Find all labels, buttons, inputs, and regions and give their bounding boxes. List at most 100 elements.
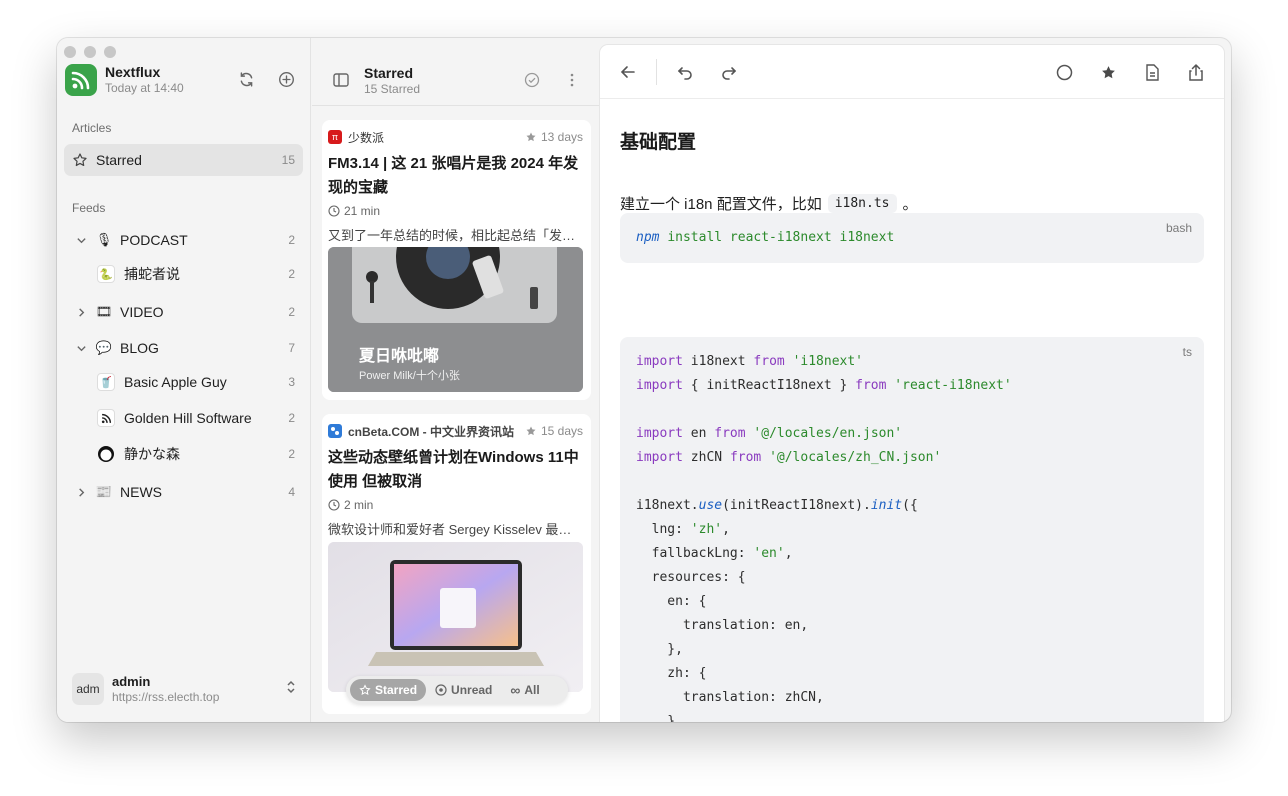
toolbar-divider: [656, 59, 657, 85]
article-card[interactable]: cnBeta.COM - 中文业界资讯站 15 days 这些动态壁纸曾计划在W…: [322, 414, 591, 714]
article-heading: 基础配置: [620, 132, 697, 153]
add-feed-icon[interactable]: [277, 70, 295, 88]
user-account-menu[interactable]: adm admin https://rss.electh.top: [72, 673, 297, 705]
sidebar-toggle-icon[interactable]: [332, 71, 350, 89]
list-header: Starred 15 Starred: [312, 38, 599, 106]
feed-label: 捕蛇者说: [124, 266, 180, 282]
back-arrow-icon[interactable]: [618, 62, 638, 82]
sspai-logo-icon: π: [328, 130, 342, 144]
star-filled-icon: [526, 132, 536, 142]
clock-icon: [328, 499, 340, 511]
last-updated: Today at 14:40: [105, 81, 184, 95]
feed-label: Golden Hill Software: [124, 410, 252, 426]
mark-all-read-icon[interactable]: [523, 71, 541, 89]
paragraph-text: 建立一个 i18n 配置文件，比如: [620, 196, 822, 213]
read-time: 2 min: [344, 498, 374, 512]
feed-count: 4: [288, 485, 295, 499]
infinity-icon: ∞: [510, 682, 521, 698]
source-name: 少数派: [348, 130, 385, 145]
feed-group-news[interactable]: 📰 NEWS 4: [57, 477, 311, 507]
filter-label: Unread: [451, 683, 493, 697]
starred-count: 15: [281, 153, 295, 167]
sidebar-item-label: Starred: [96, 152, 142, 168]
code-content: npm install react-i18next i18next: [636, 230, 895, 245]
reader-toolbar: [600, 45, 1224, 99]
basic-apple-guy-icon: 🥤: [97, 373, 115, 391]
code-block-ts: ts import i18next from 'i18next' import …: [620, 337, 1204, 722]
rss-icon: [97, 409, 115, 427]
dot-circle-icon: [435, 684, 447, 696]
inline-code: i18n.ts: [827, 194, 897, 213]
close-window-button[interactable]: [64, 46, 76, 58]
more-options-icon[interactable]: [563, 71, 581, 89]
feed-group-video[interactable]: 🎞 VIDEO 2: [57, 297, 311, 327]
window-controls[interactable]: [64, 46, 116, 58]
article-excerpt: 又到了一年总结的时候，相比起总结「发…: [328, 228, 576, 243]
article-title: FM3.14 | 这 21 张唱片是我 2024 年发现的宝藏: [328, 155, 579, 196]
sidebar-item-starred[interactable]: Starred 15: [64, 144, 303, 176]
feed-item-shizukana-mori[interactable]: 静かな森 2: [57, 439, 311, 469]
feed-count: 7: [288, 341, 295, 355]
code-language-label: bash: [1165, 221, 1192, 235]
feed-count: 2: [288, 447, 295, 461]
previous-article-icon[interactable]: [675, 62, 695, 82]
code-block-bash: bash npm install react-i18next i18next: [620, 213, 1204, 263]
star-outline-icon: [359, 684, 371, 696]
refresh-icon[interactable]: [237, 70, 255, 88]
feed-count: 2: [288, 411, 295, 425]
feed-group-blog[interactable]: 💬 BLOG 7: [57, 333, 311, 363]
reader-pane: 基础配置 bash npm install react-i18next i18n…: [600, 45, 1224, 722]
film-icon: 🎞: [95, 304, 113, 319]
zoom-window-button[interactable]: [104, 46, 116, 58]
feed-label: Basic Apple Guy: [124, 374, 227, 390]
code-content: import i18next from 'i18next' import { i…: [636, 354, 1012, 722]
code-language-label: ts: [1182, 345, 1192, 359]
source-name: cnBeta.COM - 中文业界资讯站: [348, 424, 515, 439]
feed-count: 2: [288, 233, 295, 247]
article-date: 15 days: [540, 424, 583, 438]
feed-count: 2: [288, 267, 295, 281]
cnbeta-logo-icon: [328, 424, 342, 438]
chevron-up-down-icon[interactable]: [285, 680, 297, 699]
chevron-right-icon[interactable]: [75, 306, 87, 318]
thumbnail-title: 夏日咻吡嘟: [359, 348, 440, 365]
feed-group-podcast[interactable]: 🎙 PODCAST 2: [57, 225, 311, 255]
articles-section-label: Articles: [72, 121, 112, 135]
read-time: 21 min: [344, 204, 381, 218]
star-outline-icon: [73, 153, 87, 167]
chevron-down-icon[interactable]: [75, 234, 87, 246]
snake-catcher-icon: 🐍: [97, 265, 115, 283]
clock-icon: [328, 205, 340, 217]
minimize-window-button[interactable]: [84, 46, 96, 58]
article-excerpt: 微软设计师和爱好者 Sergey Kisselev 最…: [328, 522, 572, 537]
filter-all-button[interactable]: ∞ All: [501, 679, 548, 701]
filter-segmented-control[interactable]: Starred Unread ∞ All: [346, 676, 568, 704]
chevron-down-icon[interactable]: [75, 342, 87, 354]
app-name: Nextflux: [105, 64, 161, 80]
next-article-icon[interactable]: [719, 62, 739, 82]
filter-unread-button[interactable]: Unread: [426, 679, 501, 701]
article-thumbnail: [328, 542, 583, 692]
paragraph-text: 。: [902, 196, 918, 213]
article-card[interactable]: π 少数派 13 days FM3.14 | 这 21 张唱片是我 2024 年…: [322, 120, 591, 400]
feed-count: 2: [288, 305, 295, 319]
feed-item-snake-catcher[interactable]: 🐍 捕蛇者说 2: [57, 259, 311, 289]
document-icon[interactable]: [1142, 62, 1162, 82]
app-window: Nextflux Today at 14:40 Articles Starred…: [57, 38, 1231, 722]
article-paragraph: 建立一个 i18n 配置文件，比如 i18n.ts 。: [620, 193, 918, 214]
microphone-icon: 🎙: [95, 232, 113, 247]
feed-item-golden-hill-software[interactable]: Golden Hill Software 2: [57, 403, 311, 433]
feed-label: BLOG: [120, 340, 159, 356]
filter-label: Starred: [375, 683, 418, 697]
chevron-right-icon[interactable]: [75, 486, 87, 498]
star-filled-icon[interactable]: [1098, 62, 1118, 82]
feed-label: NEWS: [120, 484, 162, 500]
feed-item-basic-apple-guy[interactable]: 🥤 Basic Apple Guy 3: [57, 367, 311, 397]
filter-starred-button[interactable]: Starred: [350, 679, 427, 701]
share-icon[interactable]: [1186, 62, 1206, 82]
star-filled-icon: [526, 426, 536, 436]
feed-label: 静かな森: [124, 446, 180, 462]
sidebar: Nextflux Today at 14:40 Articles Starred…: [57, 38, 311, 722]
filter-label: All: [524, 683, 540, 697]
mark-unread-icon[interactable]: [1054, 62, 1074, 82]
